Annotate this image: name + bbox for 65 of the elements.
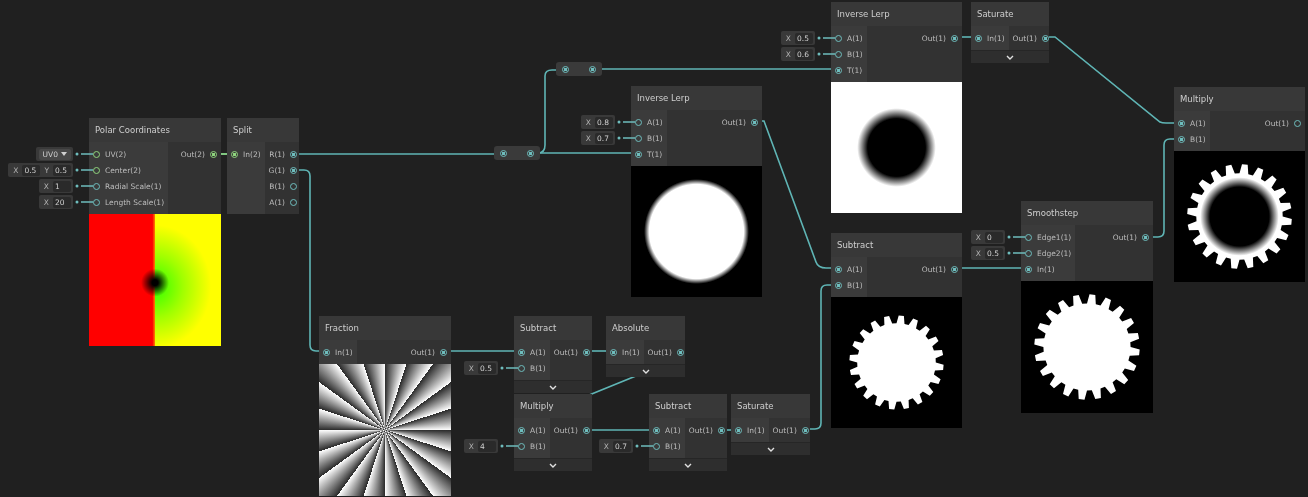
input-port[interactable] — [1178, 135, 1185, 143]
reroute-node[interactable] — [494, 146, 540, 160]
chevron-down-icon — [641, 368, 650, 374]
node-header[interactable]: Multiply — [514, 394, 592, 418]
node-header[interactable]: Subtract — [649, 394, 727, 418]
output-port[interactable] — [751, 118, 758, 126]
output-port[interactable] — [951, 265, 958, 273]
port-connector-drawing — [500, 364, 518, 372]
node-header[interactable]: Multiply — [1174, 87, 1305, 111]
chevron-down-icon — [766, 446, 775, 452]
input-port[interactable] — [1025, 265, 1032, 273]
node-header[interactable]: Inverse Lerp — [831, 2, 962, 26]
input-port[interactable] — [231, 150, 238, 158]
port-connector-drawing — [617, 118, 635, 126]
input-port[interactable] — [735, 426, 742, 434]
node-header[interactable]: Fraction — [319, 316, 451, 340]
input-port[interactable] — [518, 348, 525, 356]
port-connector-drawing — [817, 50, 835, 58]
node-header[interactable]: Split — [227, 118, 299, 142]
port-connector-drawing — [617, 134, 635, 142]
node-header[interactable]: Inverse Lerp — [631, 86, 762, 110]
port-connector-drawing — [500, 442, 518, 450]
port-connector-drawing — [817, 34, 835, 42]
output-port[interactable] — [951, 34, 958, 42]
input-port[interactable] — [835, 66, 842, 74]
node-header[interactable]: Saturate — [971, 2, 1049, 26]
input-port[interactable] — [835, 265, 842, 273]
node-header[interactable]: Subtract — [514, 316, 592, 340]
chevron-down-icon — [1006, 54, 1014, 60]
port-connector-drawing — [75, 182, 93, 190]
caret-icon — [61, 152, 67, 156]
input-port[interactable] — [323, 348, 330, 356]
output-port[interactable] — [718, 426, 725, 434]
input-port[interactable] — [1178, 119, 1185, 127]
node-header[interactable]: Polar Coordinates — [89, 118, 221, 142]
output-port[interactable] — [1041, 34, 1049, 42]
output-port[interactable] — [290, 150, 298, 158]
port-connector-drawing — [75, 166, 93, 174]
input-port[interactable] — [653, 426, 660, 434]
input-port[interactable] — [975, 34, 982, 42]
output-port[interactable] — [210, 150, 217, 158]
output-port[interactable] — [290, 166, 298, 174]
input-port[interactable] — [518, 426, 525, 434]
chevron-down-icon — [684, 462, 692, 468]
node-header[interactable]: Subtract — [831, 233, 962, 257]
chevron-down-icon — [549, 384, 557, 390]
port-connector-drawing — [635, 442, 653, 450]
node-header[interactable]: Saturate — [731, 394, 810, 418]
port-connector-drawing — [1007, 233, 1025, 241]
port-connector-drawing — [75, 150, 93, 158]
output-port[interactable] — [583, 348, 590, 356]
reroute-node[interactable] — [556, 62, 602, 76]
node-header[interactable]: Smoothstep — [1021, 201, 1153, 225]
port-connector-drawing — [1007, 249, 1025, 257]
chevron-down-icon — [549, 462, 557, 468]
output-port[interactable] — [440, 348, 447, 356]
input-port[interactable] — [635, 150, 642, 158]
port-connector-drawing — [75, 198, 93, 206]
node-header[interactable]: Absolute — [606, 316, 685, 340]
output-port[interactable] — [1142, 233, 1149, 241]
input-port[interactable] — [835, 281, 842, 289]
output-port[interactable] — [583, 426, 590, 434]
input-port[interactable] — [610, 348, 617, 356]
output-port[interactable] — [676, 348, 684, 356]
output-port[interactable] — [801, 426, 809, 434]
